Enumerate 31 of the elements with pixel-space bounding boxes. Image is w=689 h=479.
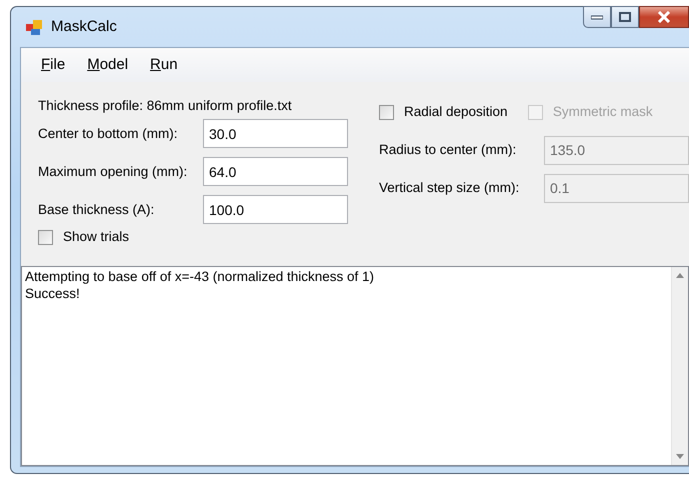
- text-field[interactable]: 30.0: [203, 119, 348, 148]
- menu-item[interactable]: Run: [150, 54, 178, 76]
- checkbox-label: Radial deposition: [404, 103, 508, 121]
- maximize-icon: [619, 12, 631, 22]
- minimize-icon: [591, 14, 603, 20]
- field-label: Base thickness (A):: [38, 200, 156, 219]
- field-label: Center to bottom (mm):: [38, 124, 179, 143]
- checkbox[interactable]: [379, 104, 394, 120]
- checkbox-label: Symmetric mask: [552, 103, 653, 121]
- text-field[interactable]: 64.0: [203, 157, 348, 186]
- text-field[interactable]: 100.0: [203, 195, 348, 224]
- field-label: Vertical step size (mm):: [379, 179, 520, 198]
- profile-label: Thickness profile: 86mm uniform profile.txt: [38, 97, 293, 115]
- log-line: Success!: [25, 286, 81, 303]
- menu-item[interactable]: File: [41, 54, 66, 76]
- checkbox[interactable]: [38, 230, 53, 245]
- log-line: Attempting to base off of x=-43 (normalized thickness of 1): [25, 269, 376, 286]
- field-label: Radius to center (mm):: [379, 141, 518, 160]
- maximize-button[interactable]: [611, 6, 639, 28]
- close-button[interactable]: [639, 6, 689, 28]
- minimize-button[interactable]: [583, 6, 611, 28]
- scroll-up-icon[interactable]: [676, 273, 684, 278]
- log-textarea[interactable]: Attempting to base off of x=-43 (normalized thickness of 1) Success!: [21, 266, 689, 466]
- menu-item[interactable]: Model: [87, 54, 128, 76]
- scroll-down-icon[interactable]: [676, 454, 684, 459]
- window-title: MaskCalc: [51, 16, 117, 37]
- vertical-scrollbar[interactable]: [671, 267, 688, 465]
- checkbox-label: Show trials: [63, 228, 130, 246]
- field-label: Maximum opening (mm):: [38, 162, 188, 181]
- close-icon: [657, 11, 671, 23]
- app-icon: [26, 18, 43, 36]
